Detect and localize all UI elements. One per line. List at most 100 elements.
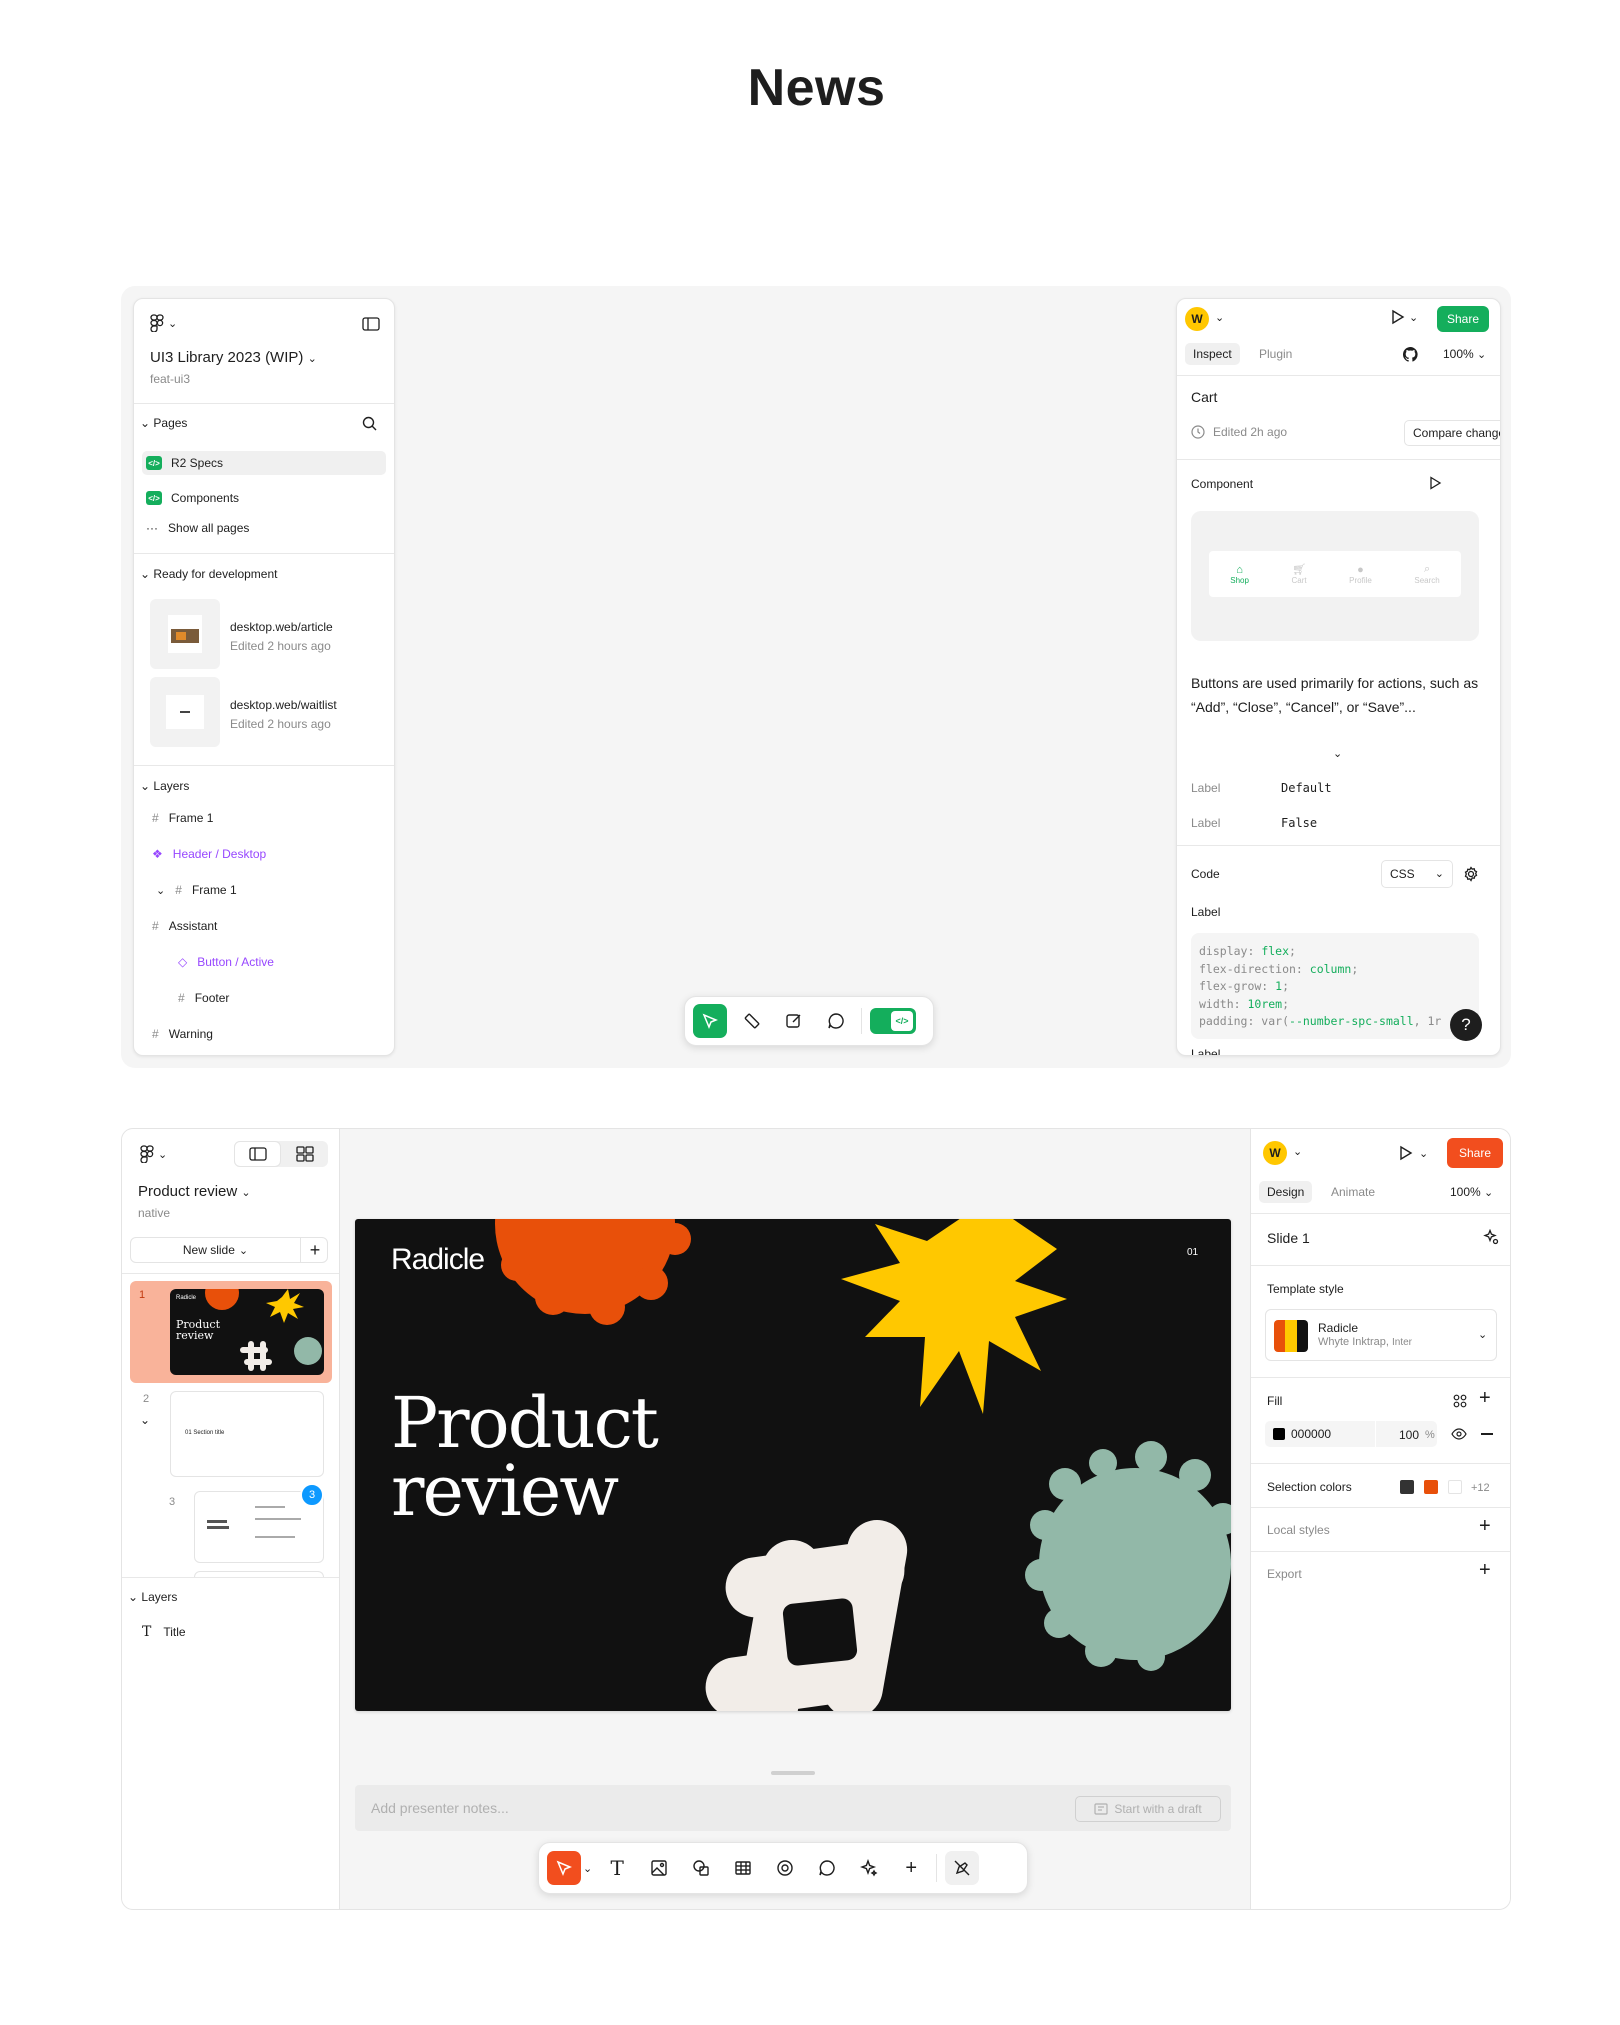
fill-swatch [1273,1428,1285,1440]
add-tool-button[interactable]: + [894,1851,928,1885]
code-block[interactable]: display: flex; flex-direction: column; f… [1191,933,1479,1039]
comment-tool-button[interactable] [819,1004,853,1038]
text-tool-button[interactable]: T [600,1851,634,1885]
file-title[interactable]: Product review ⌄ [138,1183,251,1200]
slide-canvas[interactable]: Radicle 01 Product review [355,1219,1231,1711]
layer-row[interactable]: # Warning [152,1027,213,1041]
notes-resize-handle[interactable] [771,1771,815,1775]
avatar[interactable]: W [1263,1141,1287,1165]
zoom-control[interactable]: 100% ⌄ [1450,1185,1493,1199]
settings-icon[interactable] [1463,866,1479,882]
show-all-pages[interactable]: ··· Show all pages [146,521,249,535]
eye-icon[interactable] [1451,1427,1467,1441]
chevron-down-icon[interactable]: ⌄ [583,1862,592,1875]
layers-header[interactable]: ⌄ Layers [128,1590,177,1604]
layer-row[interactable]: ❖ Header / Desktop [152,847,266,861]
ready-item-name[interactable]: desktop.web/waitlist [230,698,337,712]
selection-color-swatch[interactable] [1400,1480,1414,1494]
sparkle-settings-icon[interactable] [1483,1229,1499,1245]
add-export-icon[interactable]: + [1479,1559,1491,1582]
draw-mode-toggle[interactable] [945,1851,980,1885]
layer-row[interactable]: # Footer [178,991,229,1005]
present-button[interactable]: ⌄ [1395,1143,1428,1163]
section-collapse-icon[interactable]: ⌄ [140,1413,150,1427]
layer-row[interactable]: # Assistant [152,919,217,933]
figma-menu[interactable]: ⌄ [140,1145,167,1163]
single-view-button[interactable] [234,1141,281,1167]
yellow-star-shape [841,1219,1067,1414]
tab-plugin[interactable]: Plugin [1259,347,1292,361]
ready-header[interactable]: ⌄ Ready for development [140,567,277,581]
selection-color-swatch[interactable] [1424,1480,1438,1494]
table-tool-button[interactable] [726,1851,760,1885]
start-draft-button[interactable]: Start with a draft [1075,1796,1221,1822]
page-item-r2-specs[interactable]: </> R2 Specs [142,451,386,475]
comment-tool-button[interactable] [810,1851,844,1885]
thumbnail-waitlist[interactable] [150,677,220,747]
component-preview: ⌂ Shop 🛒︎ Cart ● Profile ⌕ Search [1191,511,1479,641]
slide-title[interactable]: Product review [391,1388,659,1526]
zoom-control[interactable]: 100% ⌄ [1443,347,1486,361]
presenter-notes-field[interactable]: Add presenter notes... Start with a draf… [355,1785,1231,1831]
move-tool-button[interactable] [547,1851,581,1885]
slide-thumb-row-1[interactable]: 1 Radicle Product review [130,1281,332,1383]
fill-header: Fill [1267,1394,1283,1408]
ready-item-name[interactable]: desktop.web/article [230,620,333,634]
add-style-icon[interactable]: + [1479,1515,1491,1538]
layers-header[interactable]: ⌄ Layers [140,779,189,793]
chevron-down-icon[interactable]: ⌄ [1215,311,1224,324]
new-slide-button[interactable]: New slide ⌄ [131,1238,301,1262]
sidebar-toggle-icon[interactable] [362,317,380,331]
remove-fill-icon[interactable] [1481,1433,1493,1435]
avatar[interactable]: W [1185,307,1209,331]
inspect-panel: W ⌄ ⌄ Share Inspect Plugin 100% ⌄ Cart E… [1176,298,1501,1056]
tab-animate[interactable]: Animate [1331,1185,1375,1199]
slide-thumbnail-2[interactable]: 01 Section title [170,1391,324,1477]
shape-tool-button[interactable] [684,1851,718,1885]
layer-row[interactable]: T Title [142,1624,186,1640]
present-button[interactable]: ⌄ [1387,307,1418,327]
dev-mode-toggle[interactable]: </> [870,1008,916,1034]
layer-row[interactable]: ⌄ # Frame 1 [156,883,237,897]
expand-chevron-icon[interactable]: ⌄ [1333,747,1342,760]
selection-colors-more[interactable]: +12 [1471,1482,1490,1494]
style-grid-icon[interactable] [1453,1394,1467,1408]
figma-menu[interactable]: ⌄ [150,313,177,333]
interactive-tool-button[interactable] [768,1851,802,1885]
github-icon[interactable] [1403,347,1418,362]
comment-badge[interactable]: 3 [300,1483,324,1507]
annotate-tool-button[interactable] [777,1004,811,1038]
share-button[interactable]: Share [1447,1138,1503,1168]
shapes-icon [693,1860,709,1876]
compare-changes-button[interactable]: Compare changes [1404,420,1500,446]
grid-view-button[interactable] [281,1141,328,1167]
tab-inspect[interactable]: Inspect [1185,343,1240,365]
figma-logo-icon [140,1145,154,1163]
slide-number-label[interactable]: 01 [1187,1247,1198,1258]
chevron-down-icon[interactable]: ⌄ [1293,1145,1302,1158]
fill-row[interactable]: 000000 100 % [1265,1421,1437,1447]
bottom-toolbar: ⌄ T + [538,1842,1028,1894]
page-item-components[interactable]: </> Components [142,486,386,510]
move-tool-button[interactable] [693,1004,727,1038]
share-button[interactable]: Share [1437,306,1489,332]
file-title[interactable]: UI3 Library 2023 (WIP) ⌄ [150,349,317,366]
play-icon[interactable] [1427,475,1443,491]
measure-tool-button[interactable] [735,1004,769,1038]
tab-design[interactable]: Design [1259,1181,1313,1203]
code-language-select[interactable]: CSS ⌄ [1381,860,1453,888]
selection-color-swatch[interactable] [1448,1480,1462,1494]
pages-header[interactable]: ⌄ Pages [140,416,187,430]
instance-icon: ◇ [178,955,188,969]
add-fill-icon[interactable]: + [1479,1387,1491,1410]
slide-brand[interactable]: Radicle [391,1243,485,1277]
template-style-select[interactable]: Radicle Whyte Inktrap, Inter ⌄ [1265,1309,1497,1361]
search-icon[interactable] [362,416,377,431]
ai-tool-button[interactable] [852,1851,886,1885]
help-button[interactable]: ? [1450,1009,1482,1041]
thumbnail-article[interactable] [150,599,220,669]
add-icon[interactable]: + [303,1238,327,1262]
layer-row[interactable]: # Frame 1 [152,811,213,825]
layer-row[interactable]: ◇ Button / Active [178,955,274,969]
image-tool-button[interactable] [642,1851,676,1885]
